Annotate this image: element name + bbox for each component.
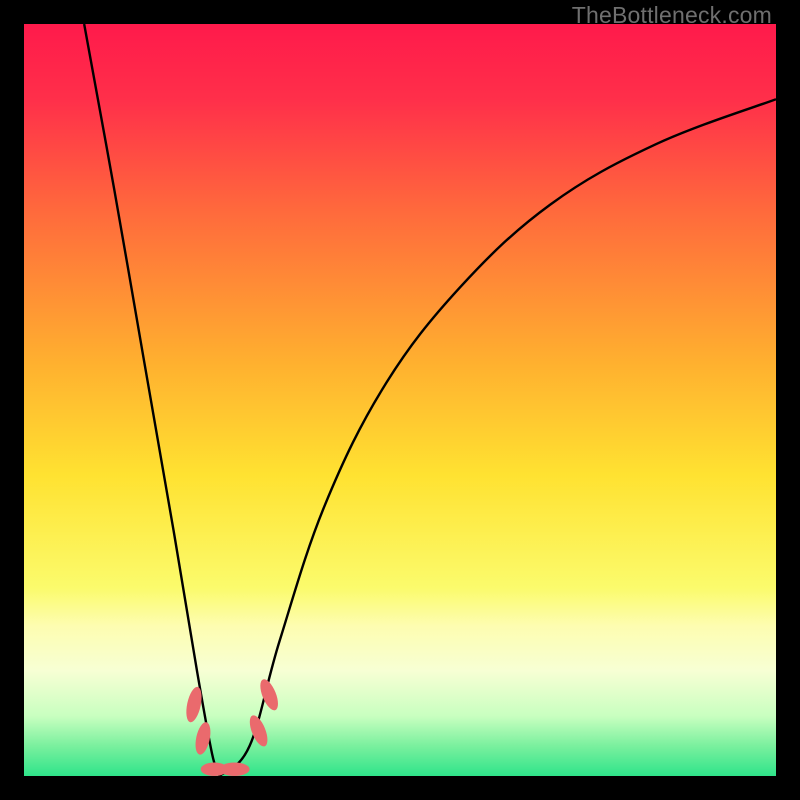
- chart-frame: [24, 24, 776, 776]
- marker-b2: [220, 762, 250, 776]
- chart-background: [24, 24, 776, 776]
- bottleneck-chart: [24, 24, 776, 776]
